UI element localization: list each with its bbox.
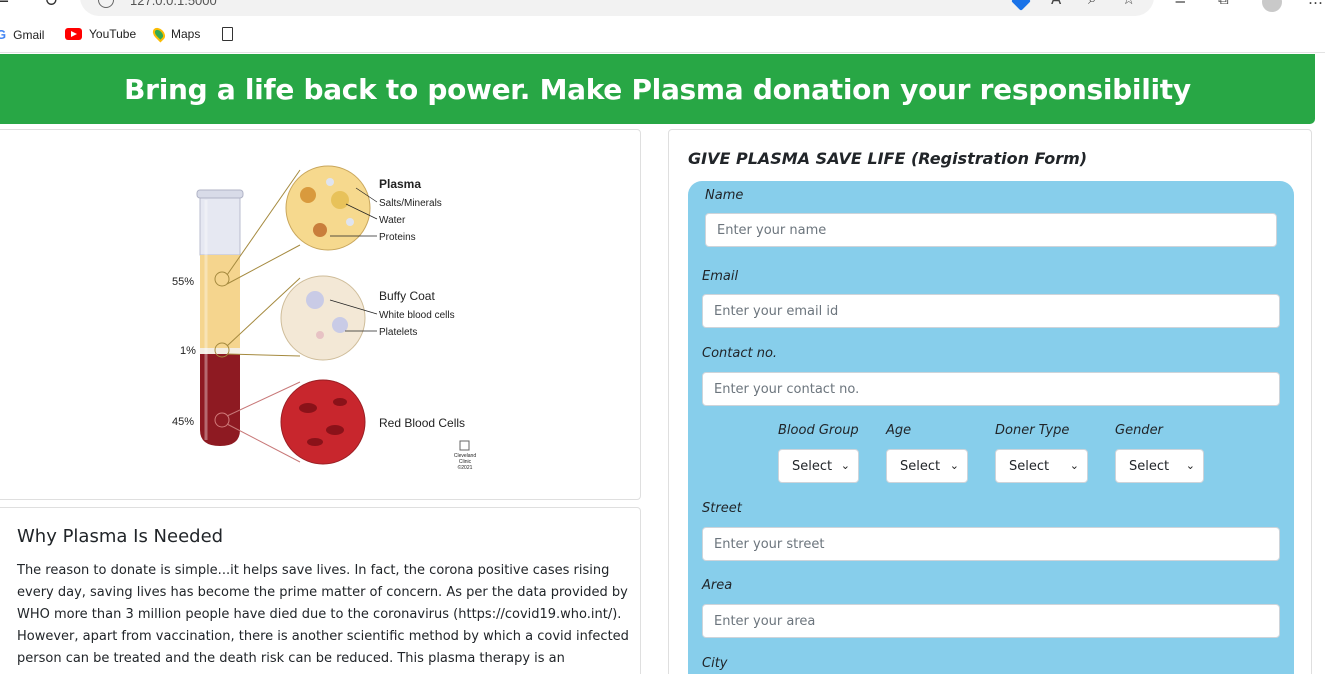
address-bar[interactable] xyxy=(80,0,1154,16)
hero-banner: Bring a life back to power. Make Plasma … xyxy=(0,54,1315,124)
plasma-title: Plasma xyxy=(379,177,421,191)
bookmark-label: YouTube xyxy=(89,27,137,41)
info-card: Why Plasma Is Needed The reason to donat… xyxy=(0,507,641,674)
bookmark-label: Gmail xyxy=(13,27,45,42)
buffy-percent: 1% xyxy=(180,345,196,357)
plasma-particle xyxy=(326,178,334,186)
registration-card: GIVE PLASMA SAVE LIFE (Registration Form… xyxy=(668,129,1312,674)
plasma-particle xyxy=(313,223,327,237)
city-label: City xyxy=(702,656,728,671)
info-body: The reason to donate is simple...it help… xyxy=(17,563,629,674)
red-cell xyxy=(299,403,317,413)
back-arrow-icon[interactable]: ← xyxy=(0,0,9,12)
email-label: Email xyxy=(702,269,739,284)
plasma-particle xyxy=(331,191,349,209)
select-value: Select xyxy=(900,458,941,474)
info-title: Why Plasma Is Needed xyxy=(17,526,224,547)
select-value: Select xyxy=(1009,458,1050,474)
blood-composition-diagram: 55% 1% 45% Plasma Salts/Minerals Water P… xyxy=(172,165,476,471)
gmail-icon: G xyxy=(0,27,7,42)
more-menu-icon[interactable]: … xyxy=(1308,0,1323,8)
chevron-down-icon: ⌄ xyxy=(1069,459,1079,472)
plasma-particle xyxy=(300,187,316,203)
chevron-down-icon: ⌄ xyxy=(840,459,850,472)
reload-icon[interactable]: ↻ xyxy=(44,0,58,11)
select-value: Select xyxy=(792,458,833,474)
gender-select[interactable]: Select ⌄ xyxy=(1115,449,1204,483)
read-aloud-icon[interactable]: A xyxy=(1051,0,1061,8)
age-label: Age xyxy=(886,423,912,438)
age-select[interactable]: Select ⌄ xyxy=(886,449,968,483)
red-cell xyxy=(307,438,323,446)
buffy-item: White blood cells xyxy=(379,310,455,321)
cleveland-clinic-logo xyxy=(459,440,470,451)
buffy-coat-circle xyxy=(280,275,366,361)
platelet xyxy=(316,331,324,339)
bookmark-page[interactable] xyxy=(222,27,240,41)
favorites-add-icon[interactable]: ☆ xyxy=(1122,0,1135,8)
name-label: Name xyxy=(705,188,744,203)
buffy-item: Platelets xyxy=(379,327,417,338)
donor-type-label: Doner Type xyxy=(995,423,1070,438)
form-title: GIVE PLASMA SAVE LIFE (Registration Form… xyxy=(688,149,1088,168)
contact-input[interactable] xyxy=(702,372,1280,406)
blood-group-label: Blood Group xyxy=(778,423,859,438)
bookmark-label: Maps xyxy=(171,27,201,41)
select-value: Select xyxy=(1129,458,1170,474)
name-input[interactable] xyxy=(705,213,1277,247)
white-cell xyxy=(332,317,348,333)
registration-form: Name Email Contact no. Blood Group Selec… xyxy=(688,181,1294,674)
contact-label: Contact no. xyxy=(702,346,778,361)
bookmark-gmail[interactable]: G Gmail xyxy=(0,27,44,42)
email-input[interactable] xyxy=(702,294,1280,328)
red-percent: 45% xyxy=(172,416,194,428)
plasma-percent: 55% xyxy=(172,276,194,288)
street-input[interactable] xyxy=(702,527,1280,561)
collections-icon[interactable]: ⧉ xyxy=(1218,0,1229,8)
browser-toolbar: ← ↻ 127.0.0.1:5000 A ⌕ ☆ ≡ ⧉ … xyxy=(0,0,1325,19)
street-label: Street xyxy=(702,501,742,516)
gender-label: Gender xyxy=(1115,423,1163,438)
red-cell xyxy=(326,425,344,435)
chevron-down-icon: ⌄ xyxy=(949,459,959,472)
red-cell xyxy=(333,398,347,406)
area-label: Area xyxy=(702,578,733,593)
red-cells-circle xyxy=(280,379,366,465)
chevron-down-icon: ⌄ xyxy=(1185,459,1195,472)
banner-headline: Bring a life back to power. Make Plasma … xyxy=(124,72,1191,106)
plasma-particle xyxy=(346,218,354,226)
donor-type-select[interactable]: Select ⌄ xyxy=(995,449,1088,483)
credit-text: ©2021 xyxy=(458,464,473,471)
plasma-item: Salts/Minerals xyxy=(379,198,442,209)
favorites-icon[interactable]: ≡ xyxy=(1174,0,1187,8)
profile-avatar[interactable] xyxy=(1262,0,1282,12)
tube-rim xyxy=(196,189,244,199)
maps-icon xyxy=(150,25,168,43)
youtube-icon xyxy=(65,28,82,40)
red-cells-title: Red Blood Cells xyxy=(379,416,465,430)
document-icon xyxy=(222,27,233,41)
area-input[interactable] xyxy=(702,604,1280,638)
plasma-item: Proteins xyxy=(379,232,416,243)
address-text[interactable]: 127.0.0.1:5000 xyxy=(130,0,217,8)
plasma-item: Water xyxy=(379,215,406,226)
bookmark-youtube[interactable]: YouTube xyxy=(65,27,136,41)
bookmark-maps[interactable]: Maps xyxy=(150,25,201,43)
buffy-title: Buffy Coat xyxy=(379,289,435,303)
white-cell xyxy=(306,291,324,309)
bookmarks-bar: G Gmail YouTube Maps xyxy=(0,19,1325,53)
blood-group-select[interactable]: Select ⌄ xyxy=(778,449,859,483)
zoom-icon[interactable]: ⌕ xyxy=(1088,0,1096,8)
